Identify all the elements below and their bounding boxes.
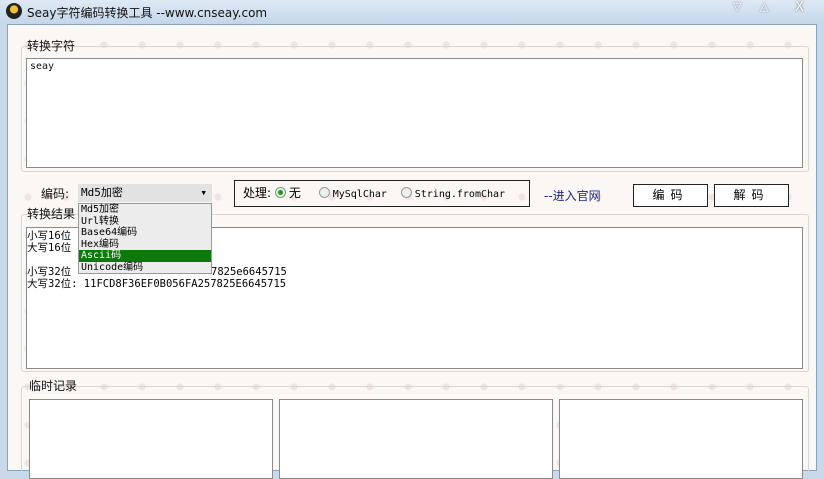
history-box-2[interactable]: [279, 399, 553, 479]
maximize-button[interactable]: △: [760, 0, 768, 13]
input-group-label: 转换字符: [27, 39, 76, 53]
radio-icon: [274, 187, 286, 198]
dropdown-option[interactable]: Md5加密: [79, 204, 211, 216]
radio-mysqlchar[interactable]: MySqlChar: [318, 187, 387, 200]
encoding-dropdown-list: Md5加密 Url转换 Base64编码 Hex编码 Ascii码 Unicod…: [78, 203, 212, 274]
result-line: 大写32位: 11FCD8F36EF0B056FA257825E6645715: [27, 278, 287, 290]
app-logo-icon: [6, 3, 22, 19]
official-site-link[interactable]: --进入官网: [544, 187, 601, 204]
title-bar: Seay字符编码转换工具 --www.cnseay.com ▽ △ X: [0, 0, 824, 24]
history-box-3[interactable]: [559, 399, 803, 479]
encoding-selected: Md5加密: [81, 186, 123, 199]
radio-string-fromchar[interactable]: String.fromChar: [400, 187, 505, 200]
encoding-select[interactable]: Md5加密 ▾: [78, 184, 212, 202]
chevron-down-icon: ▾: [200, 186, 207, 199]
history-group-label: 临时记录: [29, 379, 78, 393]
close-button[interactable]: X: [795, 0, 804, 15]
process-label: 处理:: [243, 186, 272, 200]
encoding-label: 编码:: [41, 187, 70, 201]
process-box: 处理: 无 MySqlChar String.fromChar: [234, 180, 530, 207]
radio-none[interactable]: 无: [274, 186, 301, 200]
dropdown-option-highlighted[interactable]: Ascii码: [79, 250, 211, 262]
result-line: 大写16位: [27, 242, 72, 254]
result-line: 小写32位 7825e6645715: [27, 266, 287, 278]
result-line: 小写16位: [27, 230, 72, 242]
dropdown-option[interactable]: Unicode编码: [79, 262, 211, 274]
result-group-label: 转换结果: [27, 207, 76, 221]
decode-button[interactable]: 解码: [714, 184, 789, 207]
radio-icon: [400, 187, 412, 198]
dropdown-option[interactable]: Hex编码: [79, 239, 211, 251]
window-title: Seay字符编码转换工具 --www.cnseay.com: [27, 6, 268, 20]
input-textarea[interactable]: seay: [26, 58, 803, 168]
dropdown-option[interactable]: Base64编码: [79, 227, 211, 239]
minimize-button[interactable]: ▽: [733, 0, 741, 13]
dropdown-option[interactable]: Url转换: [79, 216, 211, 228]
history-box-1[interactable]: [29, 399, 273, 479]
encode-button[interactable]: 编码: [633, 184, 708, 207]
radio-icon: [318, 187, 330, 198]
